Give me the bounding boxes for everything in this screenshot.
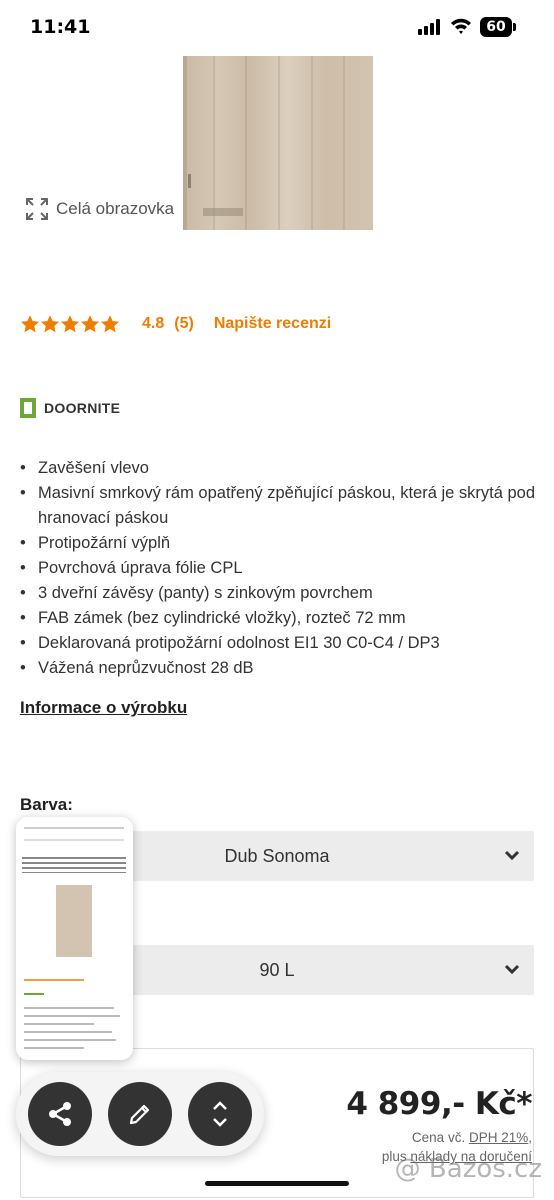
list-item: Masivní smrkový rám opatřený zpěňující p… xyxy=(20,481,540,531)
home-indicator[interactable] xyxy=(205,1181,349,1186)
rating-count[interactable]: (5) xyxy=(174,315,194,333)
feature-list: Zavěšení vlevo Masivní smrkový rám opatř… xyxy=(20,456,540,681)
brand[interactable]: DOORNITE xyxy=(20,398,120,418)
star-icon xyxy=(21,315,39,333)
product-info-link[interactable]: Informace o výrobku xyxy=(20,698,187,718)
wifi-icon xyxy=(450,16,472,36)
price-note-prefix: Cena vč. xyxy=(411,1130,469,1145)
rating-value: 4.8 xyxy=(142,315,165,332)
star-icon xyxy=(61,315,79,333)
list-item: 3 dveřní závěsy (panty) s zinkovým povrc… xyxy=(20,581,540,606)
write-review-link[interactable]: Napište recenzi xyxy=(214,315,331,333)
brand-name: DOORNITE xyxy=(44,400,121,416)
battery-icon: 60 xyxy=(480,17,516,37)
list-item: Protipožární výplň xyxy=(20,531,540,556)
expand-icon xyxy=(26,198,48,220)
battery-level: 60 xyxy=(480,17,512,37)
star-rating xyxy=(20,314,120,334)
fullscreen-label: Celá obrazovka xyxy=(56,199,175,218)
star-icon xyxy=(41,315,59,333)
pencil-icon xyxy=(129,1104,150,1125)
chevron-down-icon xyxy=(504,964,520,975)
watermark: @ Bazos.cz xyxy=(394,1154,542,1184)
price: 4 899,- Kč* xyxy=(346,1086,532,1122)
screenshot-actions-bar xyxy=(16,1072,264,1156)
screenshot-thumbnail[interactable] xyxy=(16,817,133,1060)
status-bar: 11:41 60 xyxy=(0,0,554,56)
thumbnail-door-image xyxy=(56,885,92,957)
cellular-signal-icon xyxy=(418,19,442,35)
list-item: FAB zámek (bez cylindrické vložky), rozt… xyxy=(20,606,540,631)
color-label: Barva: xyxy=(20,795,73,814)
list-item: Zavěšení vlevo xyxy=(20,456,540,481)
star-icon xyxy=(101,315,119,333)
door-label-sticker xyxy=(203,208,243,216)
list-item: Vážená neprůzvučnost 28 dB xyxy=(20,656,540,681)
status-time: 11:41 xyxy=(30,16,91,38)
share-button[interactable] xyxy=(28,1082,92,1146)
edit-button[interactable] xyxy=(108,1082,172,1146)
share-icon xyxy=(49,1102,71,1126)
expand-button[interactable] xyxy=(188,1082,252,1146)
star-icon xyxy=(81,315,99,333)
expand-vertical-icon xyxy=(213,1101,227,1127)
brand-logo-icon xyxy=(20,398,36,418)
vat-link[interactable]: DPH 21% xyxy=(469,1130,528,1145)
price-note-suffix: , xyxy=(528,1130,532,1145)
list-item: Povrchová úprava fólie CPL xyxy=(20,556,540,581)
product-image[interactable] xyxy=(183,56,373,230)
door-hinge xyxy=(188,174,191,188)
list-item: Deklarovaná protipožární odolnost EI1 30… xyxy=(20,631,540,656)
fullscreen-button[interactable]: Celá obrazovka xyxy=(18,190,183,228)
chevron-down-icon xyxy=(504,850,520,861)
rating-row: 4.8 (5) Napište recenzi xyxy=(20,314,331,334)
